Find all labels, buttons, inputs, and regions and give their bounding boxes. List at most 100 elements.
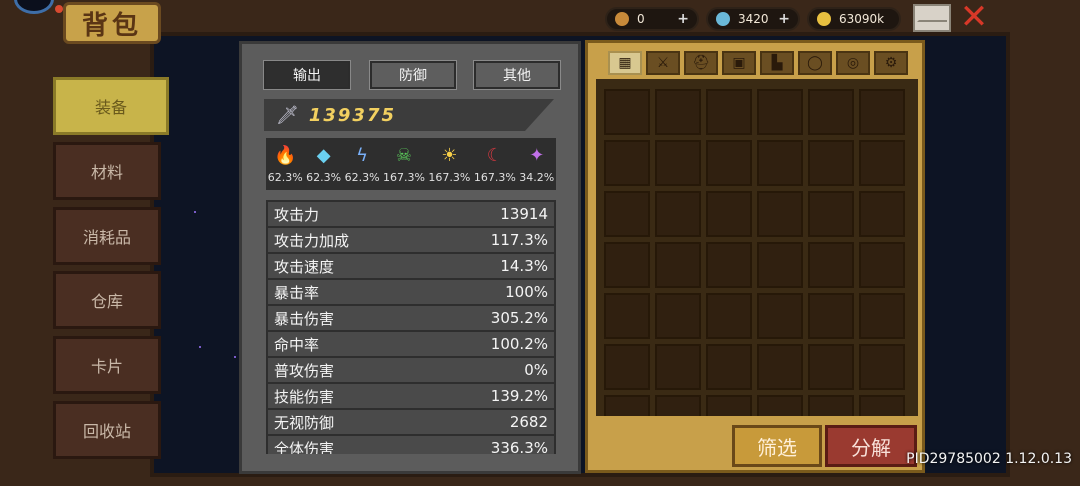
inventory-slot[interactable] (706, 344, 752, 390)
inventory-slot[interactable] (808, 395, 854, 416)
stat-list[interactable]: 攻击力 13914 攻击力加成 117.3% 攻击速度 14.3% 暴击率 100% 暴击伤害 3… (266, 200, 556, 454)
armor-icon[interactable]: ▣ (722, 51, 756, 75)
weapon-sword-icon[interactable]: ⚔ (646, 51, 680, 75)
plus-icon[interactable]: + (778, 11, 790, 27)
inventory-slot[interactable] (706, 89, 752, 135)
notification-dot (55, 5, 63, 13)
inventory-slot[interactable] (859, 344, 905, 390)
stat-label: 攻击力 (274, 205, 320, 224)
tab-other[interactable]: 其他 (473, 60, 561, 90)
stat-value: 139.2% (490, 387, 548, 405)
inventory-slot[interactable] (859, 191, 905, 237)
inventory-slot[interactable] (757, 344, 803, 390)
inventory-slot[interactable] (808, 293, 854, 339)
inventory-slot[interactable] (706, 293, 752, 339)
inventory-slot[interactable] (859, 242, 905, 288)
tab-output[interactable]: 输出 (263, 60, 351, 90)
necklace-icon[interactable]: ◯ (798, 51, 832, 75)
element-percent: 167.3% (383, 170, 425, 184)
inventory-slot[interactable] (655, 140, 701, 186)
sword-icon: 🗡 (276, 104, 299, 126)
stat-value: 336.3% (490, 439, 548, 454)
inventory-slot[interactable] (808, 140, 854, 186)
plus-icon[interactable]: + (677, 11, 689, 27)
star (194, 211, 196, 213)
inventory-slot[interactable] (757, 293, 803, 339)
inventory-slot[interactable] (706, 395, 752, 416)
ice-crystal-icon: ◆ (316, 144, 331, 166)
tab-equipment[interactable]: 装备 (53, 77, 169, 135)
inventory-slot[interactable] (859, 293, 905, 339)
poison-skull-icon: ☠ (395, 144, 413, 166)
all-grid-icon[interactable]: ▦ (608, 51, 642, 75)
stat-value: 117.3% (490, 231, 548, 249)
stat-label: 无视防御 (274, 413, 335, 432)
stats-panel: 输出 防御 其他 🗡 139375 🔥 62.3% ◆ 62.3% ϟ 62.3% ☠ 167… (239, 41, 581, 474)
inventory-slot[interactable] (808, 242, 854, 288)
tab-materials[interactable]: 材料 (53, 142, 161, 200)
inventory-slot[interactable] (604, 140, 650, 186)
inventory-slot[interactable] (859, 89, 905, 135)
inventory-slot[interactable] (655, 242, 701, 288)
inventory-slot[interactable] (757, 89, 803, 135)
decompose-button[interactable]: 分解 (825, 425, 917, 467)
stat-row: 技能伤害 139.2% (268, 384, 554, 408)
inventory-slot[interactable] (706, 242, 752, 288)
inventory-slot[interactable] (604, 242, 650, 288)
inventory-slot[interactable] (655, 191, 701, 237)
tab-recycle-bin[interactable]: 回收站 (53, 401, 161, 459)
inventory-slot[interactable] (859, 140, 905, 186)
stat-label: 命中率 (274, 335, 320, 354)
tab-consumables[interactable]: 消耗品 (53, 207, 161, 265)
element-percent: 62.3% (306, 170, 342, 184)
inventory-slot[interactable] (604, 191, 650, 237)
tab-cards[interactable]: 卡片 (53, 336, 161, 394)
inventory-slot[interactable] (706, 140, 752, 186)
inventory-slot[interactable] (757, 242, 803, 288)
stat-row: 暴击伤害 305.2% (268, 306, 554, 330)
inventory-slot[interactable] (859, 395, 905, 416)
stat-value: 100% (505, 283, 548, 301)
power-value: 139375 (308, 104, 397, 126)
inventory-slot[interactable] (655, 395, 701, 416)
inventory-slot[interactable] (655, 293, 701, 339)
build-id: PID29785002 1.12.0.13 (906, 451, 1072, 467)
stat-value: 0% (524, 361, 548, 379)
inventory-slot[interactable] (604, 89, 650, 135)
inventory-slot[interactable] (604, 395, 650, 416)
inventory-slot[interactable] (808, 191, 854, 237)
tab-defense[interactable]: 防御 (369, 60, 457, 90)
inventory-grid[interactable] (596, 79, 918, 416)
star (199, 346, 201, 348)
helmet-icon[interactable]: ⛑ (684, 51, 718, 75)
stat-label: 全体伤害 (274, 439, 335, 455)
stat-row: 攻击力 13914 (268, 202, 554, 226)
boots-icon[interactable]: ▙ (760, 51, 794, 75)
inventory-slot[interactable] (655, 344, 701, 390)
ring-icon[interactable]: ◎ (836, 51, 870, 75)
star (234, 356, 236, 358)
inventory-slot[interactable] (808, 344, 854, 390)
stat-label: 普攻伤害 (274, 361, 335, 380)
inventory-slot[interactable] (604, 344, 650, 390)
inventory-slot[interactable] (757, 140, 803, 186)
inventory-slot[interactable] (604, 293, 650, 339)
inventory-slot[interactable] (757, 191, 803, 237)
tab-warehouse[interactable]: 仓库 (53, 271, 161, 329)
inventory-panel: ▦ ⚔ ⛑ ▣ ▙ ◯ ◎ ⚙ 筛选 分解 (585, 40, 925, 473)
gear-icon[interactable]: ⚙ (874, 51, 908, 75)
stat-row: 命中率 100.2% (268, 332, 554, 356)
mail-icon[interactable] (913, 4, 951, 32)
inventory-slot[interactable] (808, 89, 854, 135)
element-stat: ☀ 167.3% (428, 145, 470, 184)
stat-row: 暴击率 100% (268, 280, 554, 304)
element-stat: ◆ 62.3% (306, 145, 341, 184)
filter-button[interactable]: 筛选 (732, 425, 822, 467)
currency-value: 3420 (738, 12, 769, 26)
inventory-slot[interactable] (706, 191, 752, 237)
inventory-slot[interactable] (757, 395, 803, 416)
inventory-slot[interactable] (655, 89, 701, 135)
lightning-icon: ϟ (356, 144, 368, 166)
close-icon[interactable]: ✕ (958, 0, 990, 34)
element-percent: 167.3% (428, 170, 471, 184)
